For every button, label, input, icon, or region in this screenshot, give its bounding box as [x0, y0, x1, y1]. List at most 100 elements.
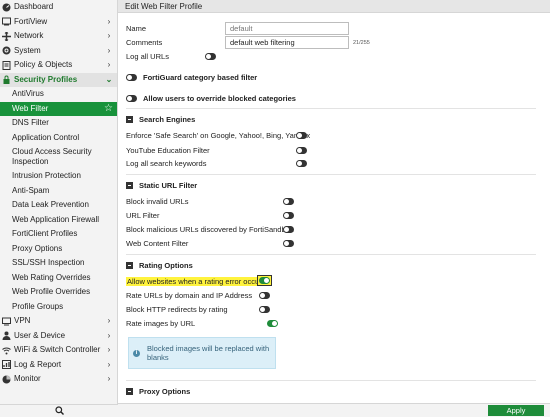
comments-field[interactable]: [225, 36, 349, 49]
proxy-options-title: Proxy Options: [139, 387, 191, 396]
sidebar-item-profile-groups[interactable]: Profile Groups: [0, 300, 117, 315]
pie-icon: [2, 375, 11, 384]
dashboard-icon: [2, 3, 11, 12]
url-filter-toggle[interactable]: [283, 212, 294, 219]
sidebar-item-application-control[interactable]: Application Control: [0, 131, 117, 146]
search-engines-title: Search Engines: [139, 115, 196, 124]
chevron-right-icon: ›: [107, 330, 111, 340]
chevron-right-icon: ›: [107, 316, 111, 325]
divider: [126, 254, 536, 255]
sidebar-item-dns-filter[interactable]: DNS Filter: [0, 116, 117, 131]
chevron-down-icon: ⌄: [105, 74, 113, 84]
static-url-title: Static URL Filter: [139, 181, 198, 190]
sidebar-item-proxy-options[interactable]: Proxy Options: [0, 242, 117, 257]
chevron-right-icon: ›: [107, 45, 111, 55]
chevron-right-icon: ›: [107, 345, 111, 354]
user-icon: [2, 331, 11, 341]
wifi-icon: [2, 346, 11, 355]
gear-icon: [2, 46, 11, 55]
allow-rating-error-toggle[interactable]: [259, 277, 270, 284]
log-search-keywords-toggle[interactable]: [296, 160, 307, 167]
chevron-right-icon: ›: [107, 31, 111, 40]
info-box: i Blocked images will be replaced with b…: [128, 337, 276, 369]
star-icon[interactable]: ☆: [104, 102, 113, 117]
static-url-header[interactable]: Static URL Filter: [126, 181, 197, 190]
log-all-urls-toggle[interactable]: [205, 53, 216, 60]
web-content-filter-toggle[interactable]: [283, 240, 294, 247]
allow-override-toggle[interactable]: [126, 95, 137, 102]
collapse-icon[interactable]: [126, 388, 133, 395]
sidebar-item-web-filter[interactable]: Web Filter ☆: [0, 101, 117, 117]
log-search-keywords-label: Log all search keywords: [126, 159, 207, 168]
name-label: Name: [126, 24, 147, 33]
sidebar-item-waf[interactable]: Web Application Firewall: [0, 213, 117, 228]
sidebar-item-anti-spam[interactable]: Anti-Spam: [0, 184, 117, 199]
nav-security-profiles[interactable]: Security Profiles ⌄: [0, 72, 117, 87]
nav-policy-objects[interactable]: Policy & Objects ›: [0, 58, 117, 73]
block-invalid-urls-toggle[interactable]: [283, 198, 294, 205]
block-malicious-urls-toggle[interactable]: [283, 226, 294, 233]
allow-override-row: Allow users to override blocked categori…: [126, 94, 296, 103]
collapse-icon[interactable]: [126, 262, 133, 269]
allow-rating-error-label: Allow websites when a rating error occur…: [126, 277, 267, 286]
nav-system[interactable]: System ›: [0, 44, 117, 59]
chevron-right-icon: ›: [107, 374, 111, 383]
page-title: Edit Web Filter Profile: [118, 0, 550, 13]
block-invalid-urls-label: Block invalid URLs: [126, 197, 189, 206]
rate-urls-domain-ip-label: Rate URLs by domain and IP Address: [126, 291, 253, 300]
rating-options-header[interactable]: Rating Options: [126, 261, 193, 270]
apply-button[interactable]: Apply: [488, 405, 544, 416]
lock-icon: [2, 75, 11, 85]
divider: [126, 108, 536, 109]
divider: [126, 174, 536, 175]
info-icon: i: [133, 349, 140, 357]
sidebar-item-forticlient-profiles[interactable]: FortiClient Profiles: [0, 227, 117, 242]
collapse-icon[interactable]: [126, 116, 133, 123]
safe-search-toggle[interactable]: [296, 132, 307, 139]
youtube-filter-label: YouTube Education Filter: [126, 146, 210, 155]
sidebar-item-intrusion-protection[interactable]: Intrusion Protection: [0, 169, 117, 184]
comments-char-count: 21/255: [353, 39, 370, 46]
rate-urls-domain-ip-toggle[interactable]: [259, 292, 270, 299]
network-icon: [2, 31, 11, 41]
youtube-filter-toggle[interactable]: [296, 147, 307, 154]
block-http-redirects-label: Block HTTP redirects by rating: [126, 305, 228, 314]
sidebar-item-web-rating-overrides[interactable]: Web Rating Overrides: [0, 271, 117, 286]
collapse-icon[interactable]: [126, 182, 133, 189]
chart-icon: [2, 360, 11, 370]
nav-user-device[interactable]: User & Device ›: [0, 329, 117, 344]
divider: [126, 380, 536, 381]
nav-fortiview[interactable]: FortiView ›: [0, 15, 117, 30]
rating-options-title: Rating Options: [139, 261, 193, 270]
nav-vpn[interactable]: VPN ›: [0, 314, 117, 329]
fortiguard-toggle[interactable]: [126, 74, 137, 81]
nav-monitor[interactable]: Monitor ›: [0, 372, 117, 387]
search-icon[interactable]: [54, 405, 64, 417]
rate-images-label: Rate images by URL: [126, 319, 196, 328]
rate-images-toggle[interactable]: [267, 320, 278, 327]
sidebar-item-web-profile-overrides[interactable]: Web Profile Overrides: [0, 285, 117, 300]
monitor-icon: [2, 317, 11, 326]
nav-dashboard[interactable]: Dashboard: [0, 0, 117, 15]
nav-wifi-switch[interactable]: WiFi & Switch Controller ›: [0, 343, 117, 358]
nav-network[interactable]: Network ›: [0, 29, 117, 44]
allow-rating-error-row: Allow websites when a rating error occur…: [126, 277, 267, 286]
url-filter-label: URL Filter: [126, 211, 160, 220]
sidebar-item-antivirus[interactable]: AntiVirus: [0, 87, 117, 102]
nav-log-report[interactable]: Log & Report ›: [0, 358, 117, 373]
sidebar-item-ssl-ssh-inspection[interactable]: SSL/SSH Inspection: [0, 256, 117, 271]
allow-rating-error-toggle-box: [257, 275, 272, 286]
block-http-redirects-toggle[interactable]: [259, 306, 270, 313]
sidebar-search[interactable]: [0, 404, 118, 417]
name-input[interactable]: [225, 22, 349, 35]
sidebar-item-dlp[interactable]: Data Leak Prevention: [0, 198, 117, 213]
log-all-urls-row: Log all URLs: [126, 52, 216, 61]
allow-override-label: Allow users to override blocked categori…: [143, 94, 296, 103]
search-engines-header[interactable]: Search Engines: [126, 115, 195, 124]
web-content-filter-label: Web Content Filter: [126, 239, 189, 248]
chevron-right-icon: ›: [107, 16, 111, 26]
proxy-options-header[interactable]: Proxy Options: [126, 387, 190, 396]
info-text: Blocked images will be replaced with bla…: [147, 344, 270, 362]
fortiguard-row: FortiGuard category based filter: [126, 73, 257, 82]
sidebar-item-casi[interactable]: Cloud Access Security Inspection: [0, 145, 117, 169]
